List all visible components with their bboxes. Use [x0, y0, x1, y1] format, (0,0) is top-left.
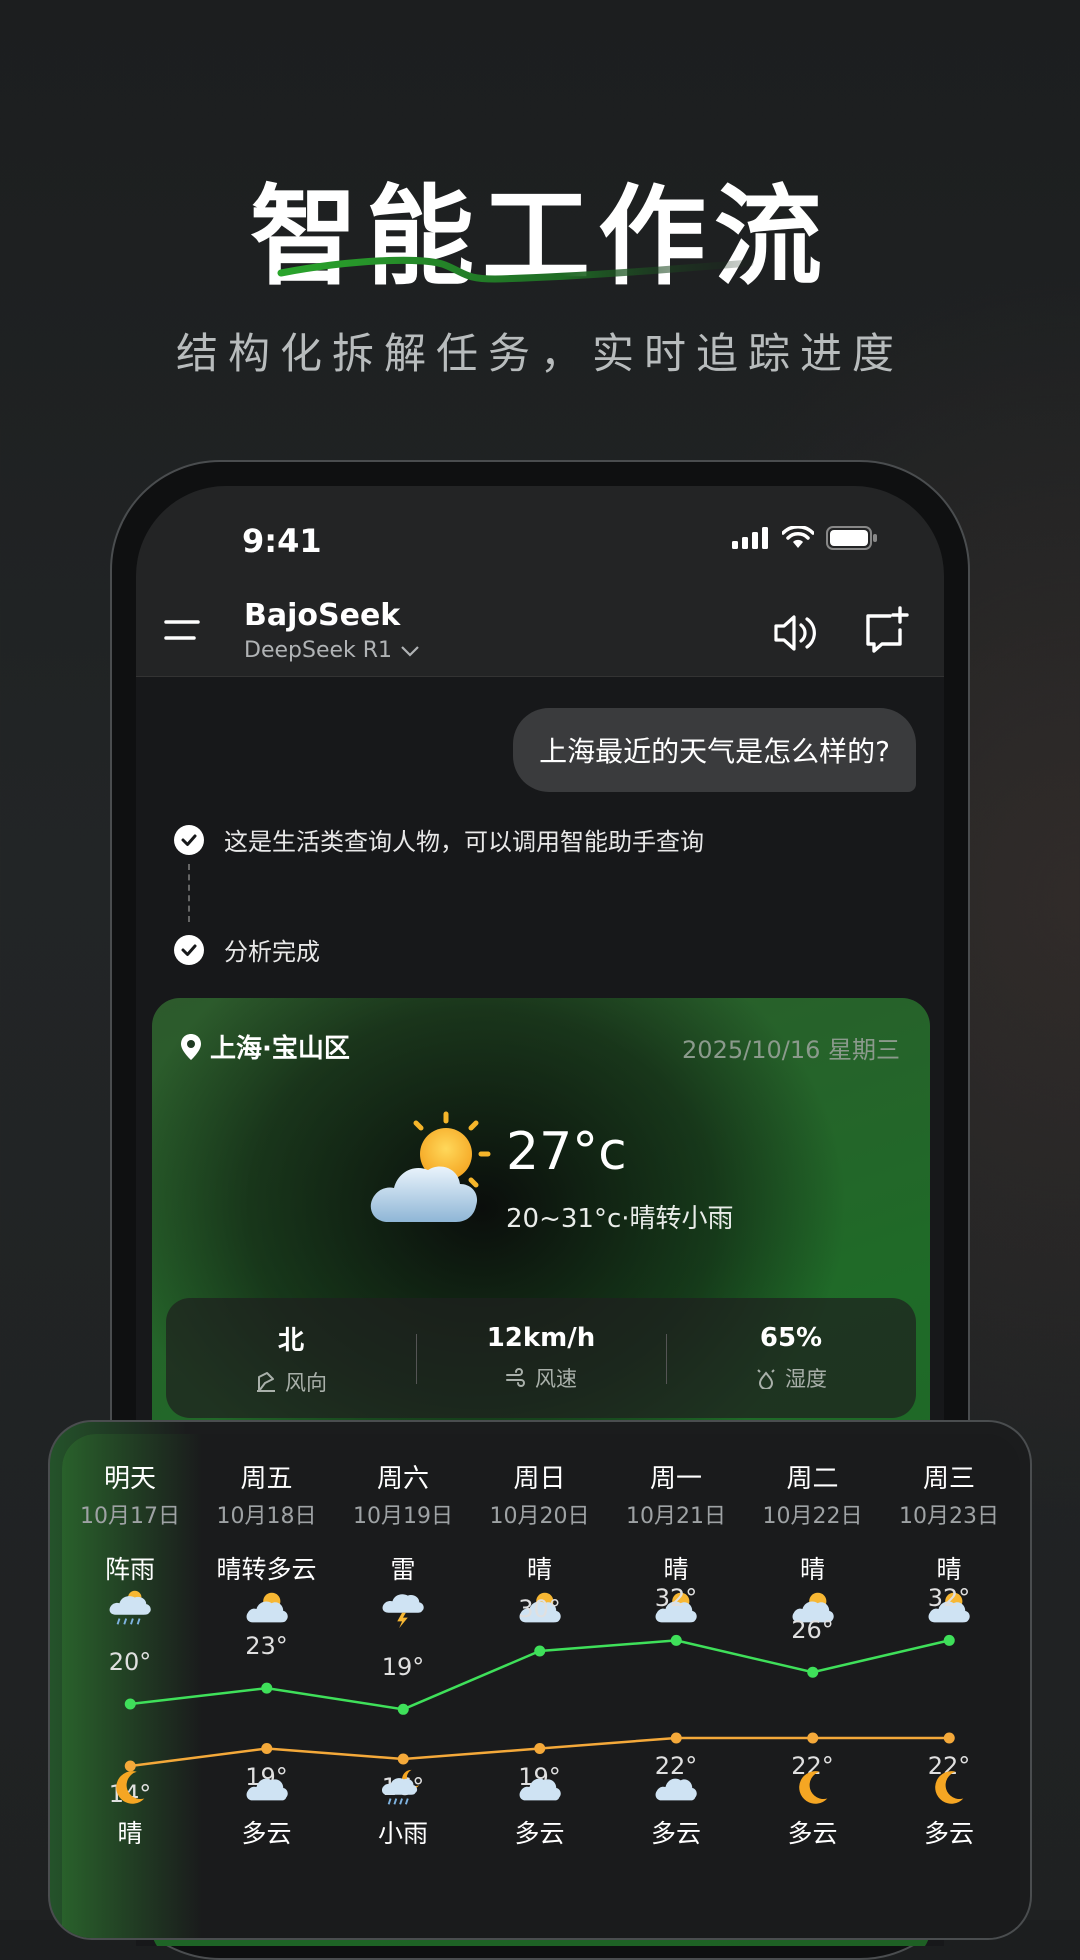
cloudy-icon — [246, 1778, 288, 1801]
forecast-high: 23° — [245, 1632, 288, 1661]
temperature-range: 20~31°c·晴转小雨 — [506, 1204, 734, 1234]
step-label: 分析完成 — [224, 938, 320, 966]
forecast-date: 10月21日 — [626, 1504, 726, 1529]
metric-label: 风向 — [285, 1370, 327, 1395]
metric-wind-direction: 北 风向 — [166, 1298, 416, 1418]
status-time: 9:41 — [242, 522, 322, 560]
forecast-high: 32° — [927, 1584, 971, 1613]
forecast-panel: 明天 10月17日 阵雨 20° 14° 晴周五 10月18日 晴转多云 23° 19° 多云 周六 1… — [62, 1434, 1020, 1938]
forecast-day-name: 周三 — [922, 1464, 975, 1494]
moon-icon — [935, 1771, 964, 1804]
forecast-date: 10月23日 — [899, 1504, 999, 1529]
forecast-night-condition: 多云 — [787, 1819, 838, 1848]
chevron-down-icon — [401, 645, 419, 657]
partly-cloudy-icon — [246, 1592, 288, 1623]
app-name: BajoSeek — [244, 598, 401, 633]
forecast-day-condition: 晴 — [526, 1555, 552, 1584]
forecast-date: 10月17日 — [80, 1504, 180, 1529]
forecast-day-condition: 晴 — [799, 1555, 825, 1584]
battery-icon — [826, 526, 877, 550]
forecast-day-name: 周二 — [786, 1464, 839, 1494]
forecast-night-condition: 多云 — [241, 1819, 292, 1848]
shower-icon — [109, 1590, 151, 1625]
forecast-day-condition: 晴 — [663, 1555, 689, 1584]
forecast-day-condition: 雷 — [390, 1555, 416, 1584]
wifi-icon — [782, 526, 814, 548]
wind-direction-icon — [257, 1371, 275, 1392]
night-rain-icon — [381, 1769, 420, 1805]
forecast-high: 32° — [654, 1584, 698, 1613]
check-icon — [174, 934, 204, 965]
weather-metrics: 北 风向 12km/h 风速 65% 湿度 — [166, 1298, 916, 1418]
forecast-day-name: 周六 — [376, 1464, 429, 1494]
forecast-day: 周一 10月21日晴 32° 22° 多云 — [608, 1434, 744, 1938]
thunder-icon — [382, 1594, 424, 1629]
forecast-day-condition: 晴转多云 — [216, 1555, 317, 1584]
forecast-day-condition: 晴 — [936, 1555, 962, 1584]
forecast-day-name: 周五 — [240, 1464, 293, 1494]
location: 上海·宝山区 — [180, 1028, 350, 1065]
forecast-day-condition: 阵雨 — [104, 1555, 155, 1584]
metric-humidity: 65% 湿度 — [666, 1298, 916, 1418]
metric-value: 65% — [759, 1323, 823, 1353]
metric-label-row: 风向 — [255, 1367, 327, 1397]
forecast-day: 周六10月19日雷19°16°小雨 — [335, 1434, 471, 1938]
forecast-high: 30° — [518, 1595, 561, 1623]
forecast-date: 10月18日 — [216, 1504, 317, 1529]
location-pin-icon — [181, 1033, 201, 1060]
forecast-day-name: 周日 — [513, 1464, 566, 1494]
promo-subtitle: 结构化拆解任务，实时追踪进度 — [175, 329, 904, 378]
metric-label: 湿度 — [785, 1367, 827, 1391]
forecast-day: 周二 10月22日晴 26° 22° 多云 — [745, 1434, 881, 1938]
signal-icon — [732, 527, 768, 549]
forecast-day: 周五 10月18日 晴转多云 23° 19° 多云 — [199, 1434, 335, 1938]
metric-label: 风速 — [535, 1367, 577, 1391]
forecast-day-name: 明天 — [103, 1464, 156, 1494]
step-connector — [188, 864, 190, 922]
metric-value: 12km/h — [486, 1323, 596, 1353]
forecast-card[interactable]: 明天 10月17日 阵雨 20° 14° 晴周五 10月18日 晴转多云 23° 19° 多云 周六 1… — [48, 1420, 1032, 1940]
new-chat-icon[interactable] — [860, 606, 910, 656]
status-icons — [732, 526, 878, 550]
current-temperature: 27°c — [506, 1122, 627, 1182]
step-item: 这是生活类查询人物，可以调用智能助手查询 — [174, 822, 704, 857]
title-underline — [277, 256, 754, 283]
model-name: DeepSeek R1 — [244, 638, 393, 663]
partly-cloudy-icon — [370, 1111, 491, 1222]
metric-value: 北 — [277, 1325, 304, 1356]
forecast-night-condition: 小雨 — [377, 1819, 428, 1848]
model-selector[interactable]: DeepSeek R1 — [244, 638, 420, 663]
metric-wind-speed: 12km/h 风速 — [416, 1298, 666, 1418]
metric-label-row: 风速 — [505, 1363, 577, 1393]
forecast-night-condition: 多云 — [923, 1819, 974, 1848]
location-name: 上海·宝山区 — [210, 1034, 350, 1064]
cloudy-icon — [519, 1778, 561, 1801]
forecast-date: 10月22日 — [762, 1504, 863, 1529]
forecast-date: 10月19日 — [353, 1504, 453, 1529]
weather-date: 2025/10/16 星期三 — [682, 1036, 900, 1064]
forecast-high: 26° — [791, 1616, 834, 1645]
forecast-night-condition: 多云 — [514, 1819, 565, 1848]
forecast-night-condition: 晴 — [117, 1819, 143, 1848]
moon-icon — [798, 1771, 827, 1804]
forecast-high: 20° — [108, 1648, 152, 1676]
moon-icon — [116, 1771, 145, 1804]
forecast-day: 周日 10月20日晴 30° 19° 多云 — [472, 1434, 608, 1938]
forecast-date: 10月20日 — [489, 1504, 590, 1529]
metric-label-row: 湿度 — [755, 1363, 827, 1393]
step-label: 这是生活类查询人物，可以调用智能助手查询 — [224, 828, 704, 856]
step-item: 分析完成 — [174, 932, 320, 967]
forecast-day: 周三 10月23日晴 32° 22° 多云 — [881, 1434, 1017, 1938]
wind-speed-icon — [506, 1368, 525, 1387]
forecast-day-name: 周一 — [649, 1464, 702, 1494]
forecast-high: 19° — [381, 1653, 425, 1682]
check-icon — [174, 824, 204, 855]
forecast-night-condition: 多云 — [650, 1819, 701, 1848]
cloudy-icon — [655, 1778, 697, 1801]
menu-icon[interactable] — [164, 610, 204, 650]
humidity-icon — [757, 1369, 775, 1389]
user-message: 上海最近的天气是怎么样的? — [513, 708, 916, 792]
forecast-day: 明天 10月17日 阵雨 20° 14° 晴 — [62, 1434, 198, 1938]
speaker-icon[interactable] — [770, 608, 820, 658]
